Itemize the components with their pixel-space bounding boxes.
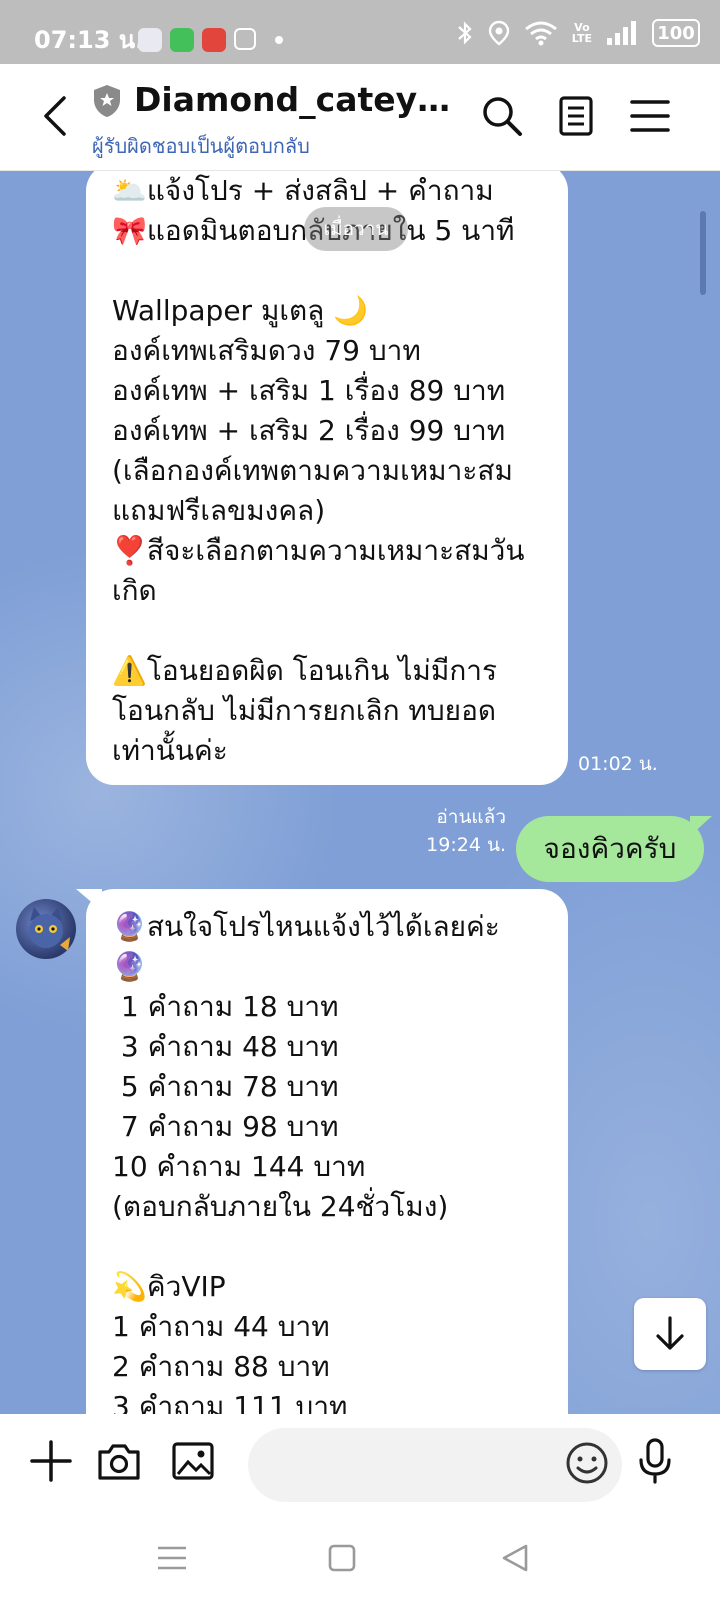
battery-indicator: 100	[652, 19, 700, 47]
read-receipt: อ่านแล้ว 19:24 น.	[426, 803, 506, 859]
scrollbar-thumb[interactable]	[700, 211, 706, 295]
notes-icon[interactable]	[554, 94, 598, 138]
home-icon[interactable]	[322, 1540, 362, 1576]
message-time: 19:24 น.	[426, 834, 506, 856]
camera-icon[interactable]	[96, 1438, 142, 1484]
bluetooth-icon	[458, 21, 472, 45]
signal-icon	[607, 21, 636, 45]
received-message-bubble[interactable]: 🔮สนใจโปรไหนแจ้งไว้ได้เลยค่ะ 🔮 1 คำถาม 18…	[86, 889, 568, 1414]
location-icon	[488, 20, 509, 46]
sent-message-bubble[interactable]: จองคิวครับ	[516, 816, 704, 882]
chat-title[interactable]: Diamond_cateye.ta…	[134, 80, 464, 119]
chat-messages[interactable]: 🌥️แจ้งโปร + ส่งสลิป + คำถาม 🎀แอดมินตอบกล…	[0, 171, 720, 1414]
wifi-icon	[524, 21, 557, 46]
notification-app-icon	[138, 28, 162, 52]
microphone-icon[interactable]	[632, 1438, 678, 1484]
date-separator-pill: เมื่อวาน	[304, 207, 408, 251]
plus-icon[interactable]	[28, 1438, 74, 1484]
system-navigation-bar	[0, 1512, 720, 1604]
notification-app-icon	[202, 28, 226, 52]
menu-icon[interactable]	[628, 94, 672, 138]
avatar[interactable]	[16, 899, 76, 959]
emoji-icon[interactable]	[564, 1440, 610, 1486]
message-time: 01:02 น.	[578, 753, 658, 775]
shield-icon	[94, 85, 120, 117]
recent-apps-icon[interactable]	[152, 1540, 192, 1576]
read-label: อ่านแล้ว	[436, 806, 506, 828]
more-notifications-dot	[275, 36, 283, 44]
notification-app-icon	[170, 28, 194, 52]
back-nav-icon[interactable]	[496, 1540, 536, 1576]
notification-app-icon	[234, 28, 256, 50]
status-time: 07:13 น.	[34, 26, 145, 54]
back-arrow-icon[interactable]	[38, 94, 78, 138]
volte-indicator: Vo LTE	[571, 21, 592, 45]
chat-header: Diamond_cateye.ta… ผู้รับผิดชอบเป็นผู้ตอ…	[0, 64, 720, 171]
cat-avatar-icon	[29, 907, 70, 951]
status-bar: 07:13 น. Vo LTE 100	[0, 0, 720, 64]
scroll-to-bottom-button[interactable]	[634, 1298, 706, 1370]
arrow-down-icon	[656, 1316, 684, 1350]
message-input-bar	[0, 1414, 720, 1512]
image-icon[interactable]	[170, 1438, 216, 1484]
search-icon[interactable]	[480, 94, 524, 138]
chat-subtitle: ผู้รับผิดชอบเป็นผู้ตอบกลับ	[92, 134, 310, 158]
received-message-bubble[interactable]: 🌥️แจ้งโปร + ส่งสลิป + คำถาม 🎀แอดมินตอบกล…	[86, 171, 568, 785]
